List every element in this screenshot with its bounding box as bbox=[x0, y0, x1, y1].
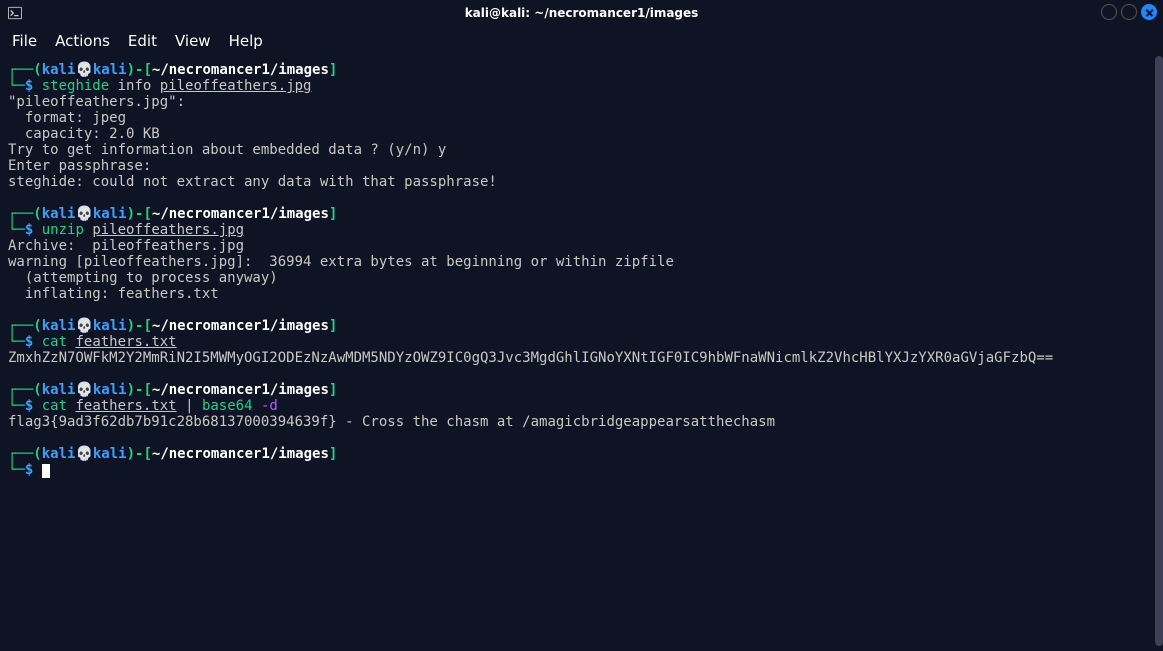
menu-file[interactable]: File bbox=[12, 32, 37, 50]
close-button[interactable] bbox=[1141, 4, 1157, 20]
window-title: kali@kali: ~/necromancer1/images bbox=[0, 6, 1163, 20]
menu-help[interactable]: Help bbox=[229, 32, 263, 50]
scrollbar[interactable] bbox=[1155, 56, 1163, 651]
minimize-button[interactable] bbox=[1101, 4, 1117, 20]
scrollbar-thumb[interactable] bbox=[1155, 56, 1163, 646]
maximize-button[interactable] bbox=[1121, 4, 1137, 20]
titlebar: kali@kali: ~/necromancer1/images bbox=[0, 0, 1163, 26]
window-buttons bbox=[1101, 4, 1157, 20]
cursor bbox=[42, 464, 50, 478]
menu-view[interactable]: View bbox=[175, 32, 211, 50]
menu-actions[interactable]: Actions bbox=[55, 32, 110, 50]
menubar: File Actions Edit View Help bbox=[0, 26, 1163, 56]
terminal-area: ┌──(kali💀kali)-[~/necromancer1/images] └… bbox=[0, 56, 1163, 651]
terminal-app-icon bbox=[6, 4, 24, 22]
terminal[interactable]: ┌──(kali💀kali)-[~/necromancer1/images] └… bbox=[0, 56, 1155, 651]
menu-edit[interactable]: Edit bbox=[128, 32, 157, 50]
